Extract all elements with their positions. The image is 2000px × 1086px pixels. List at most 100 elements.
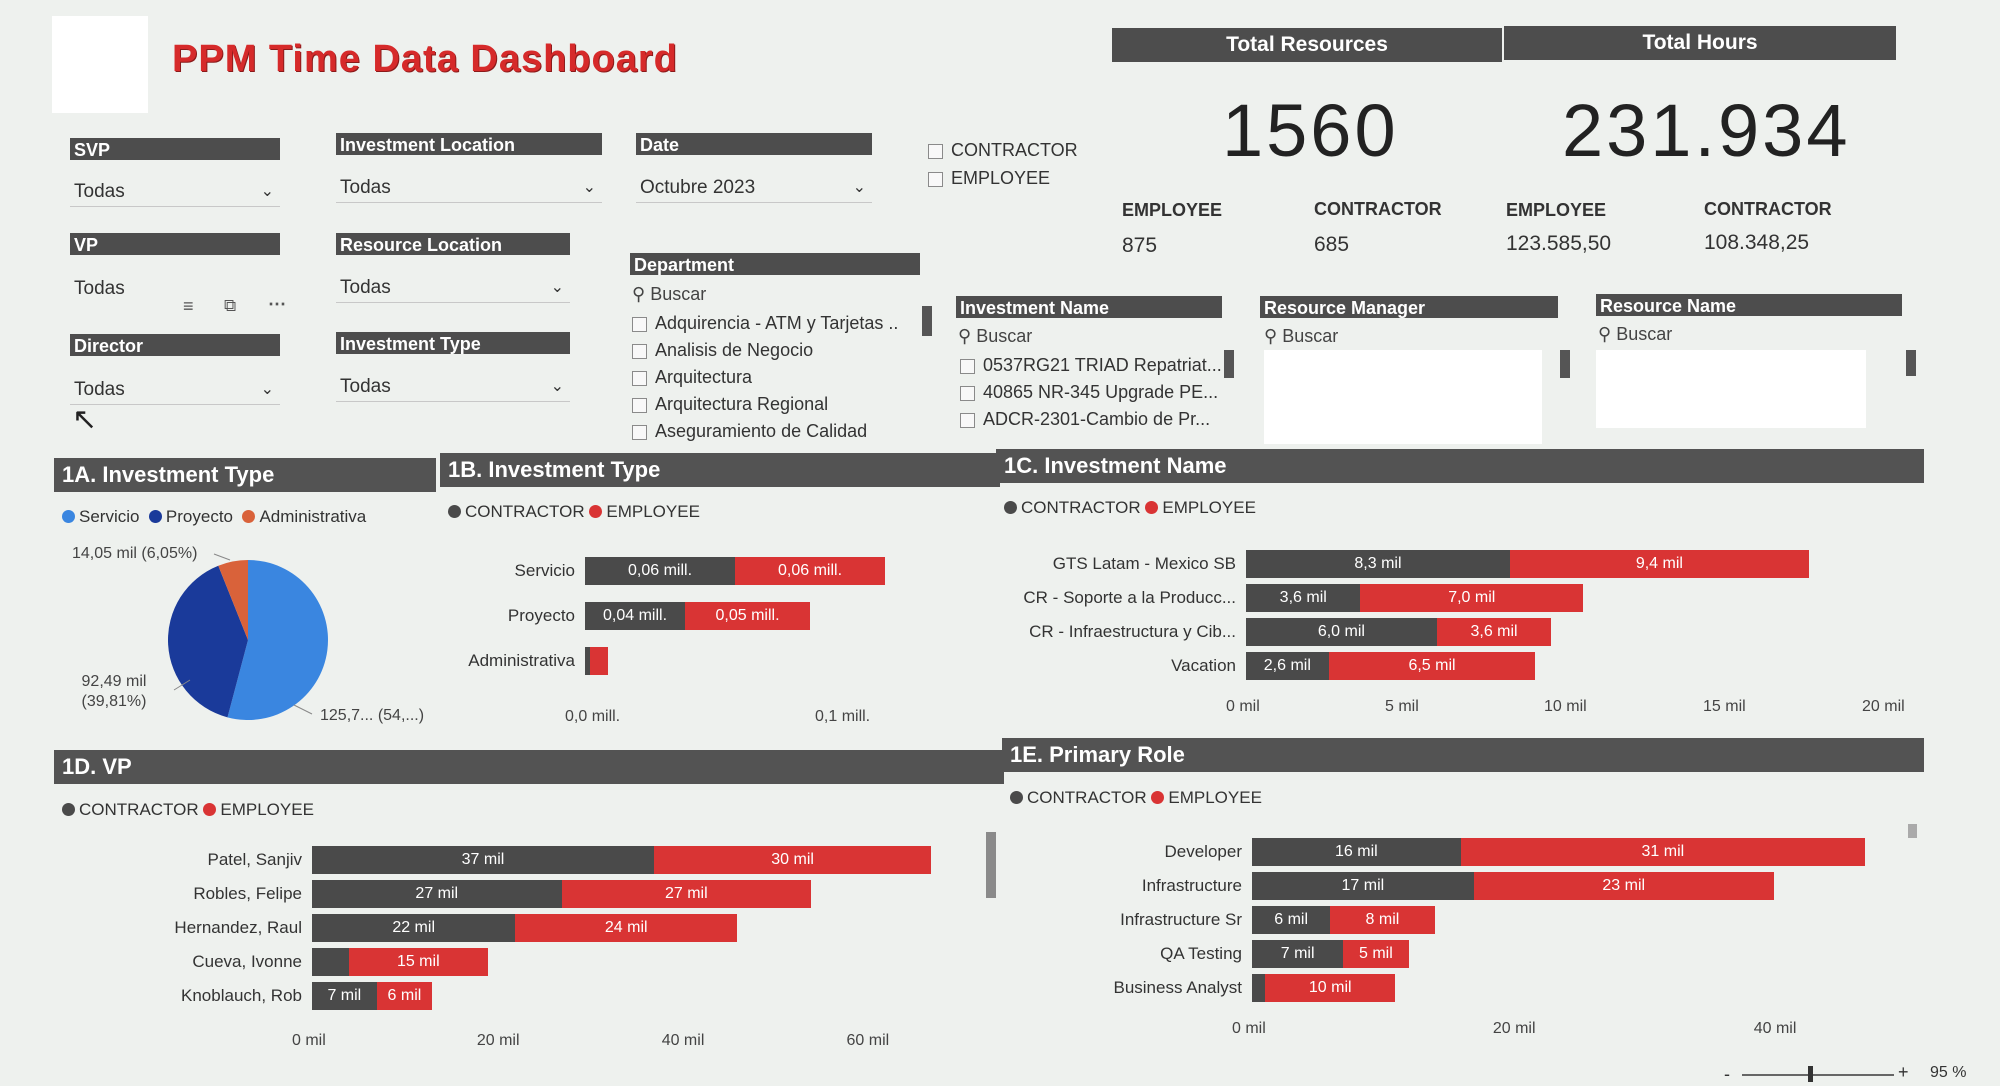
list-item[interactable]: Analisis de Negocio [632,337,922,364]
bar-employee[interactable]: 6,5 mil [1328,652,1536,680]
legend-item[interactable]: Proyecto [148,507,233,526]
resource-name-scrollbar[interactable] [1906,350,1916,376]
list-item[interactable]: Arquitectura [632,364,922,391]
axis-tick-label: 0 mil [292,1032,326,1049]
chart-1c-legend: CONTRACTOR EMPLOYEE [1004,498,1256,518]
bar-contractor[interactable]: 6,0 mil [1246,618,1437,646]
legend-item[interactable]: Servicio [62,507,139,526]
bar-contractor[interactable]: 27 mil [312,880,562,908]
axis-tick-label: 60 mil [846,1032,890,1049]
list-item[interactable]: Arquitectura Regional [632,391,922,418]
chart-1c-bars: GTS Latam - Mexico SB 8,3 mil 9,4 mil CR - … [996,540,1924,740]
chart-1e-scrollbar[interactable] [1908,824,1917,838]
bar-employee[interactable]: 10 mil [1265,974,1396,1002]
legend-item[interactable]: CONTRACTOR [1010,788,1147,807]
list-item[interactable]: ADCR-2301-Cambio de Pr... [960,406,1230,433]
bar-contractor[interactable] [1252,974,1266,1002]
department-search[interactable]: ⚲ Buscar [632,280,922,308]
bar-employee[interactable]: 30 mil [653,846,932,874]
bar-employee[interactable]: 6 mil [376,982,433,1010]
bar-employee[interactable]: 0,06 mill. [735,557,885,585]
legend-item[interactable]: EMPLOYEE [1145,498,1256,517]
list-item[interactable]: 40865 NR-345 Upgrade PE... [960,379,1230,406]
leader-line [213,553,231,561]
resource-manager-search-placeholder: Buscar [1282,326,1339,346]
more-options-icon[interactable]: ⋯ [268,294,286,315]
bar-employee[interactable]: 9,4 mil [1509,550,1809,578]
axis-tick-label: 0 mil [1226,698,1260,715]
pie-data-label: 14,05 mil (6,05%) [72,545,197,562]
employee-checkbox[interactable]: EMPLOYEE [928,165,1050,192]
zoom-slider-handle[interactable] [1808,1066,1813,1082]
bar-contractor[interactable]: 0,06 mill. [585,557,735,585]
bar-contractor[interactable]: 7 mil [312,982,377,1010]
bar-contractor[interactable]: 6 mil [1252,906,1331,934]
contractor-checkbox-label: CONTRACTOR [951,140,1078,160]
department-scrollbar[interactable] [922,306,932,336]
category-label: Robles, Felipe [193,884,302,903]
legend-item[interactable]: CONTRACTOR [1004,498,1141,517]
bar-contractor[interactable]: 0,04 mill. [585,602,685,630]
resource-manager-scrollbar[interactable] [1560,350,1570,378]
bar-employee[interactable]: 27 mil [561,880,812,908]
investment-location-dropdown[interactable]: Todas ⌄ [336,173,602,203]
bar-contractor[interactable]: 8,3 mil [1246,550,1510,578]
chart-1a-pie[interactable]: 125,7... (54,...) 92,49 mil (39,81%) 14,05 … [54,540,454,740]
legend-item[interactable]: EMPLOYEE [203,800,314,819]
resource-name-label: Resource Name [1596,294,1902,316]
bar-employee[interactable]: 31 mil [1460,838,1866,866]
director-dropdown[interactable]: Todas ⌄ [70,375,280,405]
focus-mode-icon[interactable]: ⧉ [224,296,236,316]
list-item[interactable]: Aseguramiento de Calidad [632,418,922,442]
investment-type-dropdown[interactable]: Todas ⌄ [336,372,570,402]
bar-employee[interactable]: 7,0 mil [1360,584,1584,612]
zoom-out-button[interactable]: - [1724,1064,1730,1085]
chart-1a-legend: Servicio Proyecto Administrativa [62,507,366,527]
bar-contractor[interactable]: 7 mil [1252,940,1344,968]
filter-icon[interactable]: ≡ [183,296,194,317]
resource-name-search[interactable]: ⚲ Buscar [1598,320,1898,348]
department-search-placeholder: Buscar [650,284,707,304]
chart-1d-scrollbar[interactable] [986,832,996,898]
employee-checkbox-label: EMPLOYEE [951,168,1051,188]
list-item[interactable]: Adquirencia - ATM y Tarjetas .. [632,310,922,337]
bar-employee[interactable]: 24 mil [515,914,738,942]
vp-dropdown[interactable]: Todas [70,274,280,304]
legend-item[interactable]: EMPLOYEE [1151,788,1262,807]
resource-location-dropdown[interactable]: Todas ⌄ [336,273,570,303]
bar-contractor[interactable]: 3,6 mil [1246,584,1361,612]
zoom-slider[interactable] [1742,1074,1894,1076]
legend-item[interactable]: CONTRACTOR [448,502,585,521]
bar-employee[interactable]: 15 mil [348,948,488,976]
bar-contractor[interactable] [312,948,349,976]
bar-contractor[interactable]: 2,6 mil [1246,652,1329,680]
total-resources-header: Total Resources [1112,28,1502,62]
axis-tick-label: 15 mil [1703,698,1746,715]
bar-employee[interactable]: 0,05 mill. [685,602,810,630]
bar-employee[interactable]: 23 mil [1473,872,1774,900]
contractor-checkbox[interactable]: CONTRACTOR [928,137,1078,164]
date-dropdown[interactable]: Octubre 2023 ⌄ [636,173,872,203]
bar-employee[interactable]: 8 mil [1330,906,1435,934]
bar-contractor[interactable]: 37 mil [312,846,654,874]
investment-name-list: 0537RG21 TRIAD Repatriat... 40865 NR-345… [960,352,1230,436]
vp-label: VP [70,233,280,255]
zoom-in-button[interactable]: + [1898,1062,1909,1083]
investment-name-search[interactable]: ⚲ Buscar [958,322,1224,350]
legend-item[interactable]: Administrativa [242,507,366,526]
resource-manager-search[interactable]: ⚲ Buscar [1264,322,1554,350]
bar-employee[interactable]: 5 mil [1343,940,1409,968]
svp-dropdown[interactable]: Todas ⌄ [70,177,280,207]
legend-item[interactable]: CONTRACTOR [62,800,199,819]
bar-contractor[interactable]: 22 mil [312,914,516,942]
legend-item[interactable]: EMPLOYEE [589,502,700,521]
category-label: GTS Latam - Mexico SB [1052,554,1236,573]
list-item[interactable]: 0537RG21 TRIAD Repatriat... [960,352,1230,379]
date-label: Date [636,133,872,155]
bar-contractor[interactable]: 16 mil [1252,838,1461,866]
bar-employee[interactable]: 3,6 mil [1436,618,1552,646]
logo-placeholder [52,16,148,113]
investment-name-scrollbar[interactable] [1224,350,1234,378]
bar-contractor[interactable]: 17 mil [1252,872,1474,900]
bar-employee[interactable] [590,647,608,675]
